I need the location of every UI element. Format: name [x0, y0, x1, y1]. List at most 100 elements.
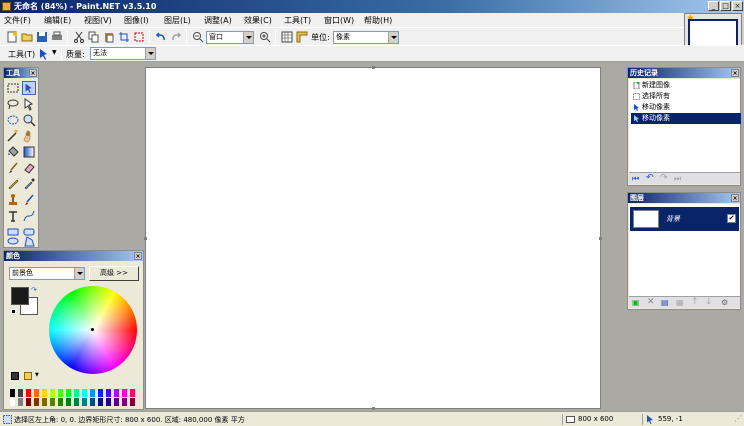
- history-item[interactable]: 选择所有: [631, 91, 741, 102]
- palette-swatch[interactable]: [18, 398, 23, 406]
- crop-icon[interactable]: [118, 31, 130, 43]
- units-select[interactable]: 像素: [333, 31, 399, 44]
- menu-file[interactable]: 文件(F): [4, 15, 31, 26]
- gradient-tool-icon[interactable]: [22, 145, 36, 159]
- advanced-button[interactable]: 高级 >>: [89, 266, 139, 281]
- palette-swatch[interactable]: [58, 389, 63, 397]
- magic-wand-tool-icon[interactable]: [6, 129, 20, 143]
- palette-swatch[interactable]: [114, 389, 119, 397]
- palette-swatch[interactable]: [10, 398, 15, 406]
- print-icon[interactable]: [51, 31, 63, 43]
- menu-effects[interactable]: 效果(C): [244, 15, 272, 26]
- primary-color-swatch[interactable]: [11, 287, 29, 305]
- palette-swatch[interactable]: [26, 398, 31, 406]
- ruler-icon[interactable]: [296, 31, 308, 43]
- layer-properties-icon[interactable]: ⚙: [721, 298, 728, 307]
- tool-label[interactable]: 工具(T): [8, 49, 35, 60]
- palette-swatch[interactable]: [74, 398, 79, 406]
- move-selected-tool-icon[interactable]: [22, 97, 36, 111]
- reset-colors-icon[interactable]: [11, 309, 16, 314]
- move-layer-down-icon[interactable]: ↓: [705, 297, 713, 307]
- swap-colors-icon[interactable]: ↷: [31, 286, 37, 294]
- dropdown-arrow-icon[interactable]: ▼: [52, 49, 57, 56]
- close-button[interactable]: ×: [732, 1, 743, 11]
- menu-layers[interactable]: 图层(L): [164, 15, 191, 26]
- palette-swatch[interactable]: [50, 389, 55, 397]
- palette-swatch[interactable]: [82, 389, 87, 397]
- freeform-shape-tool-icon[interactable]: [22, 234, 36, 248]
- palette-folder-icon[interactable]: [24, 372, 32, 380]
- palette-swatch[interactable]: [42, 398, 47, 406]
- duplicate-layer-icon[interactable]: ▤: [661, 298, 669, 307]
- palette-swatch[interactable]: [42, 389, 47, 397]
- palette-swatch[interactable]: [50, 398, 55, 406]
- history-item[interactable]: 移动像素: [631, 102, 741, 113]
- grid-icon[interactable]: [281, 31, 293, 43]
- palette-menu-icon[interactable]: [11, 372, 19, 380]
- dropdown-arrow-icon[interactable]: ▼: [35, 372, 39, 378]
- close-icon[interactable]: ×: [29, 69, 37, 77]
- history-item[interactable]: 新建图像: [631, 80, 741, 91]
- maximize-button[interactable]: □: [720, 1, 731, 11]
- zoom-out-icon[interactable]: [192, 31, 204, 43]
- paintbrush-tool-icon[interactable]: [6, 161, 20, 175]
- palette-swatch[interactable]: [90, 389, 95, 397]
- palette-swatch[interactable]: [114, 398, 119, 406]
- palette-swatch[interactable]: [122, 389, 127, 397]
- ellipse-select-tool-icon[interactable]: [6, 113, 20, 127]
- resize-handle[interactable]: [599, 237, 602, 240]
- pencil-tool-icon[interactable]: [6, 177, 20, 191]
- quality-select[interactable]: 无法: [90, 47, 156, 60]
- undo-icon[interactable]: ↶: [646, 173, 654, 183]
- menu-adjustments[interactable]: 调整(A): [204, 15, 232, 26]
- rectangle-select-tool-icon[interactable]: [6, 81, 20, 95]
- zoom-in-icon[interactable]: [259, 31, 271, 43]
- palette-swatch[interactable]: [98, 389, 103, 397]
- cut-icon[interactable]: [73, 31, 85, 43]
- copy-icon[interactable]: [88, 31, 100, 43]
- ellipse-tool-icon[interactable]: [6, 234, 20, 248]
- palette-swatch[interactable]: [18, 389, 23, 397]
- menu-view[interactable]: 视图(V): [84, 15, 112, 26]
- palette-swatch[interactable]: [122, 398, 127, 406]
- fast-forward-icon[interactable]: ⏭: [674, 174, 681, 184]
- undo-icon[interactable]: [155, 31, 167, 43]
- menu-edit[interactable]: 编辑(E): [44, 15, 71, 26]
- add-layer-icon[interactable]: ▣: [632, 298, 640, 307]
- line-curve-tool-icon[interactable]: [22, 209, 36, 223]
- eraser-tool-icon[interactable]: [22, 161, 36, 175]
- save-icon[interactable]: [36, 31, 48, 43]
- palette-swatch[interactable]: [106, 389, 111, 397]
- color-mode-select[interactable]: 前景色: [9, 267, 85, 280]
- close-icon[interactable]: ×: [731, 194, 739, 202]
- palette-swatch[interactable]: [26, 389, 31, 397]
- palette-swatch[interactable]: [66, 389, 71, 397]
- palette-swatch[interactable]: [106, 398, 111, 406]
- palette-swatch[interactable]: [98, 398, 103, 406]
- move-layer-up-icon[interactable]: ↑: [691, 297, 699, 307]
- palette-swatch[interactable]: [130, 398, 135, 406]
- merge-layer-icon[interactable]: ▦: [676, 298, 684, 307]
- palette-swatch[interactable]: [130, 389, 135, 397]
- resize-handle[interactable]: [372, 407, 375, 410]
- open-folder-icon[interactable]: [21, 31, 33, 43]
- paste-icon[interactable]: [103, 31, 115, 43]
- move-pixels-icon[interactable]: [38, 48, 50, 60]
- palette-swatch[interactable]: [34, 389, 39, 397]
- palette-swatch[interactable]: [10, 389, 15, 397]
- redo-icon[interactable]: [170, 31, 182, 43]
- recolor-tool-icon[interactable]: [22, 193, 36, 207]
- color-picker-tool-icon[interactable]: [22, 177, 36, 191]
- menu-image[interactable]: 图像(I): [124, 15, 149, 26]
- lasso-tool-icon[interactable]: [6, 97, 20, 111]
- palette-swatch[interactable]: [58, 398, 63, 406]
- close-icon[interactable]: ×: [731, 69, 739, 77]
- palette-swatch[interactable]: [34, 398, 39, 406]
- clone-stamp-tool-icon[interactable]: [6, 193, 20, 207]
- palette-swatch[interactable]: [90, 398, 95, 406]
- layer-row-background[interactable]: 背景 ✔: [630, 207, 739, 231]
- pan-tool-icon[interactable]: [22, 129, 36, 143]
- layer-visibility-checkbox[interactable]: ✔: [727, 214, 736, 223]
- redo-icon[interactable]: ↷: [660, 173, 668, 183]
- palette-swatch[interactable]: [66, 398, 71, 406]
